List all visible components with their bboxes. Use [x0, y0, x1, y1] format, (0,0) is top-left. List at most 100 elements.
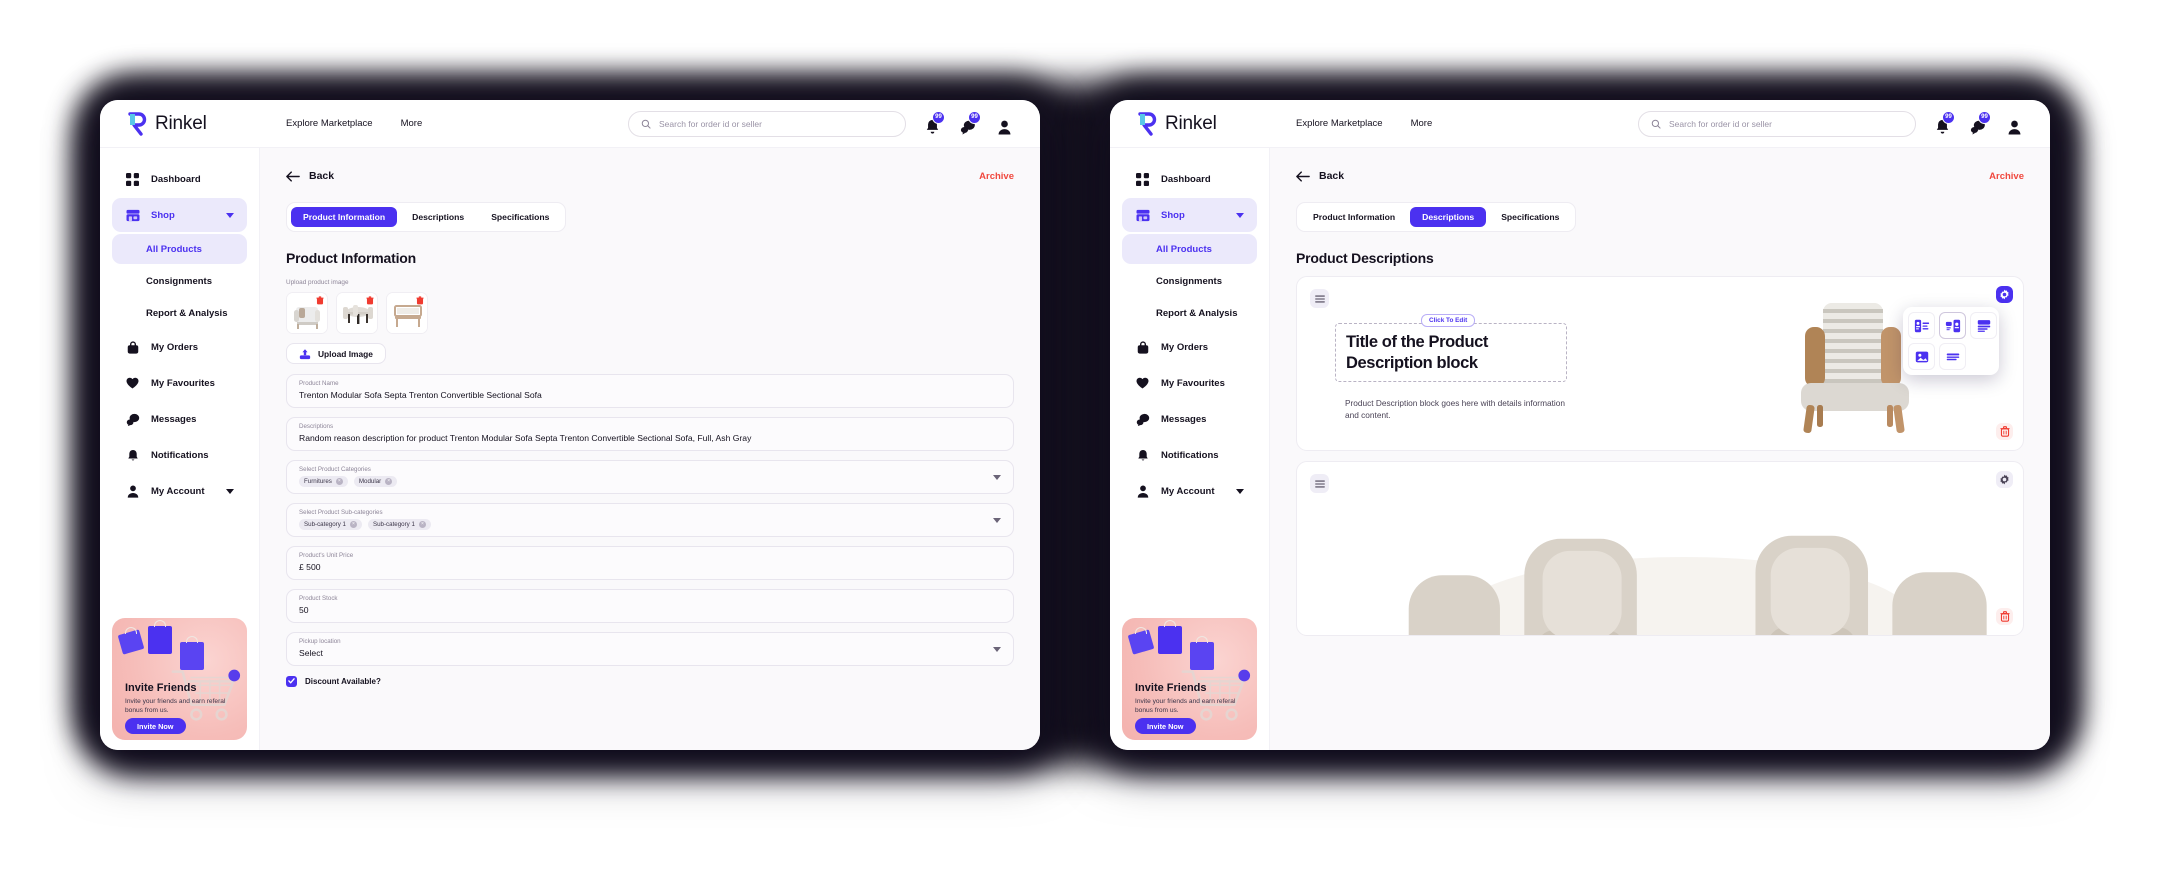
unit-price-field[interactable]: Product's Unit Price £ 500 — [286, 545, 1014, 580]
category-chip[interactable]: Modular × — [353, 475, 398, 487]
remove-chip-icon[interactable]: × — [335, 477, 343, 485]
sidebar-item-messages[interactable]: Messages — [1122, 402, 1257, 436]
tab-specifications[interactable]: Specifications — [479, 207, 561, 227]
messages-button[interactable]: 99 — [958, 110, 981, 135]
search-input[interactable]: Search for order id or seller — [628, 110, 906, 137]
subcategory-chip[interactable]: Sub-category 1 × — [367, 518, 431, 530]
drag-handle-icon[interactable] — [1310, 289, 1329, 308]
sidebar-item-report-analysis[interactable]: Report & Analysis — [1122, 298, 1257, 328]
nav-link-explore-marketplace[interactable]: Explore Marketplace — [1296, 118, 1383, 129]
uploaded-image-thumbnail[interactable] — [386, 292, 428, 334]
sidebar-item-label: All Products — [146, 243, 202, 255]
sidebar-item-my-favourites[interactable]: My Favourites — [112, 366, 247, 400]
arrow-left-icon[interactable] — [286, 170, 300, 182]
sidebar-item-my-favourites[interactable]: My Favourites — [1122, 366, 1257, 400]
delete-block-button[interactable] — [1996, 423, 2013, 440]
sidebar-item-my-account[interactable]: My Account — [1122, 474, 1257, 508]
brand-logo[interactable]: Rinkel — [1110, 111, 1270, 136]
category-chip[interactable]: Furnitures × — [299, 475, 348, 487]
description-body[interactable]: Product Description block goes here with… — [1345, 397, 1575, 422]
block-settings-button[interactable] — [1996, 286, 2013, 303]
tab-product-information[interactable]: Product Information — [1301, 207, 1407, 227]
sidebar-item-shop[interactable]: Shop — [1122, 198, 1257, 232]
sidebar-item-notifications[interactable]: Notifications — [1122, 438, 1257, 472]
sidebar-item-my-orders[interactable]: My Orders — [1122, 330, 1257, 364]
product-stock-field[interactable]: Product Stock 50 — [286, 588, 1014, 623]
layout-option-full-text[interactable] — [1939, 343, 1966, 370]
drag-handle-icon[interactable] — [1310, 474, 1329, 493]
sidebar-item-my-orders[interactable]: My Orders — [112, 330, 247, 364]
back-button[interactable]: Back — [1319, 170, 1344, 182]
nav-link-more[interactable]: More — [401, 118, 423, 129]
brand-logo[interactable]: Rinkel — [100, 111, 260, 136]
search-input[interactable]: Search for order id or seller — [1638, 110, 1916, 137]
sidebar-item-label: My Orders — [151, 341, 198, 353]
sidebar-item-all-products[interactable]: All Products — [1122, 234, 1257, 264]
remove-chip-icon[interactable]: × — [385, 477, 393, 485]
archive-button[interactable]: Archive — [979, 171, 1014, 182]
avatar[interactable] — [994, 113, 1014, 135]
messages-button[interactable]: 99 — [1968, 110, 1991, 135]
notifications-bell-button[interactable]: 99 — [922, 110, 945, 135]
sidebar-item-my-account[interactable]: My Account — [112, 474, 247, 508]
delete-thumbnail-icon[interactable] — [416, 296, 424, 305]
sidebar-item-consignments[interactable]: Consignments — [112, 266, 247, 296]
field-value: Select — [299, 647, 323, 658]
field-label: Select Product Sub-categories — [299, 508, 383, 516]
sidebar-item-all-products[interactable]: All Products — [112, 234, 247, 264]
sidebar-item-label: Consignments — [1156, 275, 1222, 287]
layout-option-stacked[interactable] — [1970, 312, 1997, 339]
invite-friends-card: Invite Friends Invite your friends and e… — [1122, 618, 1257, 740]
remove-chip-icon[interactable]: × — [349, 520, 357, 528]
sidebar-item-shop[interactable]: Shop — [112, 198, 247, 232]
remove-chip-icon[interactable]: × — [418, 520, 426, 528]
upload-image-button[interactable]: Upload Image — [286, 343, 386, 364]
layout-option-split[interactable] — [1939, 312, 1966, 339]
subcategory-chip[interactable]: Sub-category 1 × — [299, 518, 362, 530]
tab-descriptions[interactable]: Descriptions — [1410, 207, 1487, 227]
nav-link-explore-marketplace[interactable]: Explore Marketplace — [286, 118, 373, 129]
layout-option-image[interactable] — [1908, 343, 1935, 370]
page-title: Product Information — [286, 250, 416, 266]
selected-categories: Furnitures × Modular × — [299, 475, 1001, 487]
click-to-edit-tooltip[interactable]: Click To Edit — [1421, 314, 1476, 327]
description-title-editable[interactable]: Title of the Product Description block — [1335, 323, 1567, 383]
screenshot-stage: Rinkel Explore Marketplace More Search f… — [0, 0, 2160, 880]
sidebar-right: Dashboard Shop All Products Consignments… — [1110, 148, 1270, 750]
delete-block-button[interactable] — [1996, 608, 2013, 625]
archive-button[interactable]: Archive — [1989, 171, 2024, 182]
field-label: Product's Unit Price — [299, 551, 354, 559]
product-categories-field[interactable]: Select Product Categories Furnitures × Mo… — [286, 459, 1014, 494]
delete-thumbnail-icon[interactable] — [316, 296, 324, 305]
layout-option-text-left[interactable] — [1908, 312, 1935, 339]
product-name-field[interactable]: Product Name Trenton Modular Sofa Septa … — [286, 373, 1014, 408]
sidebar-item-report-analysis[interactable]: Report & Analysis — [112, 298, 247, 328]
arrow-left-icon[interactable] — [1296, 170, 1310, 182]
descriptions-field[interactable]: Descriptions Random reason description f… — [286, 416, 1014, 451]
block-settings-button[interactable] — [1996, 471, 2013, 488]
pickup-location-select[interactable]: Pickup location Select — [286, 631, 1014, 666]
invite-now-button[interactable]: Invite Now — [1135, 718, 1196, 734]
tab-specifications[interactable]: Specifications — [1489, 207, 1571, 227]
sidebar-item-dashboard[interactable]: Dashboard — [1122, 162, 1257, 196]
notifications-bell-button[interactable]: 99 — [1932, 110, 1955, 135]
chevron-down-icon[interactable] — [993, 517, 1001, 523]
chevron-down-icon[interactable] — [993, 646, 1001, 652]
sidebar-item-messages[interactable]: Messages — [112, 402, 247, 436]
tab-descriptions[interactable]: Descriptions — [400, 207, 476, 227]
chevron-down-icon[interactable] — [993, 474, 1001, 480]
sidebar-item-consignments[interactable]: Consignments — [1122, 266, 1257, 296]
uploaded-image-thumbnail[interactable] — [286, 292, 328, 334]
tab-product-information[interactable]: Product Information — [291, 207, 398, 227]
sidebar-item-dashboard[interactable]: Dashboard — [112, 162, 247, 196]
delete-thumbnail-icon[interactable] — [366, 296, 374, 305]
checkbox-checked-icon[interactable] — [286, 675, 297, 687]
uploaded-image-thumbnail[interactable] — [336, 292, 378, 334]
discount-available-checkbox-row[interactable]: Discount Available? — [286, 675, 1014, 687]
invite-now-button[interactable]: Invite Now — [125, 718, 186, 734]
nav-link-more[interactable]: More — [1411, 118, 1433, 129]
back-button[interactable]: Back — [309, 170, 334, 182]
product-subcategories-field[interactable]: Select Product Sub-categories Sub-catego… — [286, 502, 1014, 537]
sidebar-item-notifications[interactable]: Notifications — [112, 438, 247, 472]
avatar[interactable] — [2004, 113, 2024, 135]
